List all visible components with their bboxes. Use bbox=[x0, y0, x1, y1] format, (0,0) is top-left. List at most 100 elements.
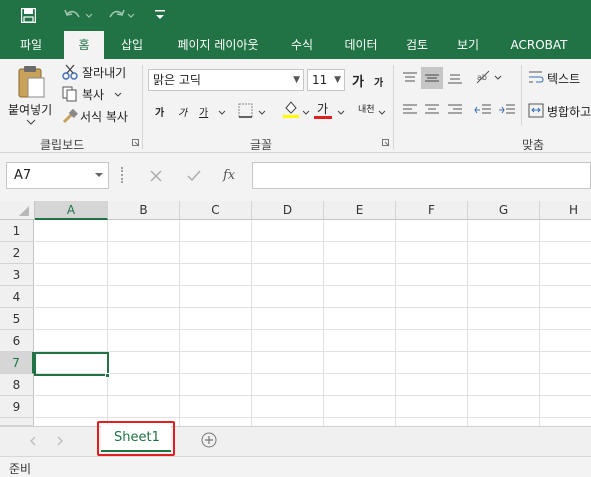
border-icon[interactable] bbox=[238, 103, 254, 119]
row-header-6[interactable]: 6 bbox=[0, 330, 34, 352]
shrink-font-button[interactable]: 가 bbox=[374, 74, 383, 89]
enter-check-icon[interactable] bbox=[187, 170, 201, 182]
align-bottom-icon[interactable] bbox=[447, 71, 463, 85]
redo-icon[interactable] bbox=[108, 8, 138, 23]
column-header-b[interactable]: B bbox=[108, 201, 180, 220]
cut-label: 잘라내기 bbox=[82, 66, 127, 80]
decrease-indent-icon[interactable] bbox=[474, 103, 492, 117]
tab-home[interactable]: 홈 bbox=[64, 31, 104, 59]
increase-indent-icon[interactable] bbox=[498, 103, 516, 117]
font-color-bar bbox=[314, 116, 332, 119]
status-bar: 준비 bbox=[0, 456, 591, 477]
phonetic-button[interactable]: 내천 bbox=[358, 102, 375, 115]
tab-acrobat[interactable]: ACROBAT bbox=[503, 31, 575, 59]
fill-color-icon[interactable] bbox=[282, 99, 300, 119]
orientation-icon[interactable]: ab bbox=[475, 69, 493, 85]
align-top-icon[interactable] bbox=[402, 71, 418, 85]
chevron-down-icon bbox=[218, 110, 226, 115]
row-header-4[interactable]: 4 bbox=[0, 286, 34, 308]
column-header-a[interactable]: A bbox=[35, 201, 108, 220]
gridline bbox=[35, 329, 591, 330]
font-color-button[interactable]: 가 bbox=[317, 100, 328, 117]
sheet-tab-label: Sheet1 bbox=[114, 430, 160, 445]
format-painter-button[interactable]: 서식 복사 bbox=[62, 107, 138, 125]
align-right-icon[interactable] bbox=[447, 103, 463, 117]
column-header-f[interactable]: F bbox=[396, 201, 468, 220]
italic-button[interactable]: 가 bbox=[178, 104, 187, 119]
tab-data[interactable]: 데이터 bbox=[334, 31, 388, 59]
selected-cell[interactable] bbox=[34, 352, 109, 376]
paste-button[interactable]: 붙여넣기 bbox=[4, 63, 56, 129]
column-header-g[interactable]: G bbox=[468, 201, 540, 220]
gridline bbox=[35, 263, 591, 264]
align-middle-button[interactable] bbox=[421, 67, 443, 89]
row-header-2[interactable]: 2 bbox=[0, 242, 34, 264]
formula-input[interactable] bbox=[252, 162, 591, 189]
tab-page-layout[interactable]: 페이지 레이아웃 bbox=[163, 31, 273, 59]
gridline bbox=[35, 373, 591, 374]
row-header-1[interactable]: 1 bbox=[0, 220, 34, 242]
divider bbox=[142, 65, 143, 149]
chevron-down-icon bbox=[337, 110, 345, 115]
select-all-icon bbox=[19, 206, 29, 216]
align-middle-icon bbox=[425, 74, 439, 82]
scroll-left-icon[interactable] bbox=[29, 436, 37, 446]
clipboard-launcher-icon[interactable] bbox=[132, 139, 140, 147]
align-left-icon[interactable] bbox=[402, 103, 418, 117]
svg-text:ab: ab bbox=[477, 73, 487, 82]
title-bar bbox=[0, 0, 591, 31]
row-header-9[interactable]: 9 bbox=[0, 396, 34, 418]
column-header-h[interactable]: H bbox=[540, 201, 591, 220]
row-header-3[interactable]: 3 bbox=[0, 264, 34, 286]
undo-icon[interactable] bbox=[64, 8, 94, 23]
worksheet-grid[interactable]: A B C D E F G H 1 2 3 4 5 6 7 8 9 bbox=[0, 201, 591, 426]
chevron-down-icon bbox=[258, 110, 266, 115]
chevron-down-icon bbox=[494, 75, 502, 80]
font-launcher-icon[interactable] bbox=[382, 139, 390, 147]
name-box-value: A7 bbox=[14, 168, 32, 183]
add-sheet-icon[interactable] bbox=[201, 432, 217, 448]
tab-insert[interactable]: 삽입 bbox=[110, 31, 154, 59]
paste-label: 붙여넣기 bbox=[8, 103, 53, 117]
row-header-10[interactable] bbox=[0, 418, 34, 426]
copy-label: 복사 bbox=[82, 88, 105, 102]
fill-handle[interactable] bbox=[105, 373, 110, 378]
ribbon: 붙여넣기 잘라내기 복사 서식 복사 클립보드 맑은 고딕 ▼ 11 ▼ 가 가 가… bbox=[0, 59, 591, 153]
scroll-right-icon[interactable] bbox=[56, 436, 64, 446]
copy-icon bbox=[62, 86, 77, 102]
grow-font-button[interactable]: 가 bbox=[352, 71, 364, 90]
clipboard-group-label: 클립보드 bbox=[40, 138, 85, 152]
column-header-e[interactable]: E bbox=[324, 201, 396, 220]
format-painter-icon bbox=[62, 108, 78, 124]
chevron-down-icon bbox=[378, 110, 386, 115]
tab-review[interactable]: 검토 bbox=[395, 31, 439, 59]
tab-view[interactable]: 보기 bbox=[446, 31, 490, 59]
row-header-7[interactable]: 7 bbox=[0, 352, 34, 374]
save-icon[interactable] bbox=[21, 8, 36, 23]
formula-bar-grip[interactable] bbox=[121, 167, 124, 183]
customize-quick-access-icon[interactable] bbox=[153, 9, 167, 21]
bold-button[interactable]: 가 bbox=[155, 104, 164, 119]
underline-button[interactable]: 가 bbox=[199, 104, 208, 119]
column-header-d[interactable]: D bbox=[252, 201, 324, 220]
gridline bbox=[35, 307, 591, 308]
name-box[interactable]: A7 bbox=[6, 162, 109, 189]
copy-button[interactable]: 복사 bbox=[62, 85, 132, 103]
sheet-tab-sheet1[interactable]: Sheet1 bbox=[101, 425, 171, 452]
cancel-icon[interactable] bbox=[150, 170, 162, 182]
tab-file[interactable]: 파일 bbox=[6, 31, 56, 59]
insert-function-button[interactable]: fx bbox=[223, 168, 235, 183]
font-name-select[interactable]: 맑은 고딕 ▼ bbox=[148, 69, 304, 91]
gridline bbox=[35, 351, 591, 352]
cut-button[interactable]: 잘라내기 bbox=[62, 63, 132, 81]
tab-formulas[interactable]: 수식 bbox=[280, 31, 324, 59]
select-all-button[interactable] bbox=[0, 201, 35, 220]
column-header-c[interactable]: C bbox=[180, 201, 252, 220]
row-header-5[interactable]: 5 bbox=[0, 308, 34, 330]
row-header-8[interactable]: 8 bbox=[0, 374, 34, 396]
align-center-icon[interactable] bbox=[424, 103, 440, 117]
merge-icon bbox=[528, 103, 544, 118]
merge-center-button[interactable]: 병합하고 bbox=[528, 102, 591, 120]
wrap-text-button[interactable]: 텍스트 bbox=[528, 69, 591, 87]
font-size-select[interactable]: 11 ▼ bbox=[307, 69, 345, 91]
